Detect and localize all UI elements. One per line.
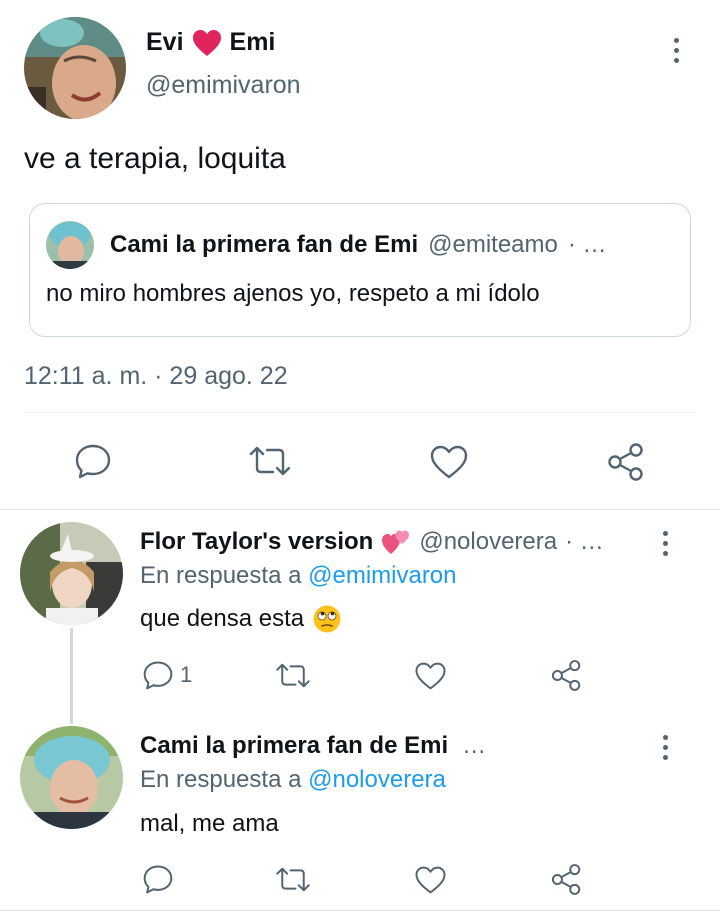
share-icon[interactable]: [606, 442, 646, 482]
reply-icon[interactable]: [74, 443, 112, 479]
reply2-reply-icon[interactable]: [142, 864, 174, 894]
more-options-icon[interactable]: [672, 36, 681, 65]
reply1-header[interactable]: Flor Taylor's version @noloverera · …: [140, 528, 604, 556]
reply1-retweet-icon[interactable]: [274, 662, 312, 689]
reply1-text: que densa esta: [140, 605, 305, 632]
reply2-reply-prefix: En respuesta a: [140, 766, 302, 793]
quoted-author-handle[interactable]: @emiteamo: [428, 231, 558, 259]
author-handle[interactable]: @emimivaron: [146, 71, 301, 100]
quoted-tweet[interactable]: [29, 203, 691, 337]
reply1-author-name: Flor Taylor's version: [140, 528, 374, 555]
reply1-reply-icon[interactable]: 1: [142, 660, 192, 690]
reply2-separator: …: [462, 732, 487, 759]
quoted-avatar[interactable]: [46, 221, 94, 269]
section-divider: [0, 509, 720, 510]
reply2-header[interactable]: Cami la primera fan de Emi …: [140, 732, 486, 760]
tweet-text: ve a terapia, loquita: [24, 142, 286, 175]
reply2-author-name: Cami la primera fan de Emi: [140, 732, 449, 759]
heart-emoji: [192, 29, 222, 57]
author-name-part1: Evi: [146, 28, 184, 56]
reply1-author-handle: @noloverera: [419, 528, 558, 555]
thread-line: [70, 628, 73, 724]
reply1-like-icon[interactable]: [414, 661, 447, 691]
two-hearts-emoji: [381, 528, 411, 556]
retweet-icon[interactable]: [247, 445, 293, 477]
divider: [24, 412, 696, 413]
reply1-more-options-icon[interactable]: [661, 529, 670, 558]
author-avatar[interactable]: [24, 17, 126, 119]
reply2-retweet-icon[interactable]: [274, 866, 312, 893]
reply2-more-options-icon[interactable]: [661, 733, 670, 762]
reply2-like-icon[interactable]: [414, 865, 447, 895]
eye-roll-emoji: [312, 604, 342, 634]
bottom-divider: [0, 910, 720, 911]
reply1-reply-prefix: En respuesta a: [140, 562, 302, 589]
like-icon[interactable]: [429, 444, 469, 480]
reply2-avatar[interactable]: [20, 726, 123, 829]
reply2-reply-to-link[interactable]: @noloverera: [308, 766, 446, 793]
reply1-avatar[interactable]: [20, 522, 123, 625]
reply2-share-icon[interactable]: [550, 863, 583, 896]
author-name-part2: Emi: [229, 28, 276, 56]
quoted-text: no miro hombres ajenos yo, respeto a mi …: [46, 280, 540, 307]
reply1-separator: · …: [565, 528, 604, 555]
reply2-text: mal, me ama: [140, 810, 279, 837]
author-name[interactable]: Evi Emi: [146, 28, 275, 57]
reply1-reply-count: 1: [180, 662, 193, 687]
reply1-share-icon[interactable]: [550, 659, 583, 692]
quoted-author-name[interactable]: Cami la primera fan de Emi: [110, 231, 418, 259]
tweet-timestamp[interactable]: 12:11 a. m. · 29 ago. 22: [24, 362, 288, 391]
reply1-reply-to-link[interactable]: @emimivaron: [308, 562, 456, 589]
quoted-separator: · …: [567, 231, 607, 258]
